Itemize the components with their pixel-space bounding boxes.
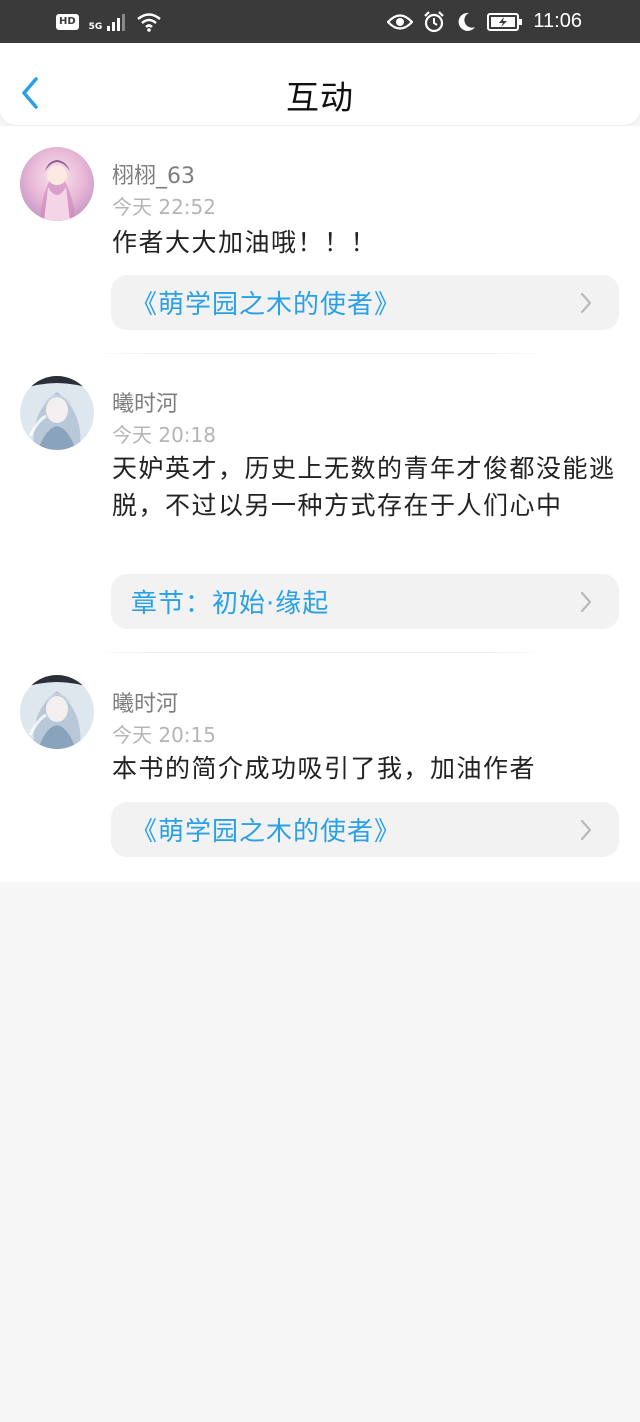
- book-link-card[interactable]: 《萌学园之木的使者》: [111, 802, 619, 857]
- chapter-link-text: 章节：初始·缘起: [131, 589, 330, 619]
- book-link-card[interactable]: 《萌学园之木的使者》: [111, 275, 619, 330]
- wifi-icon: [136, 12, 162, 32]
- alarm-icon: [423, 10, 445, 33]
- comment-time: 今天 22:52: [112, 195, 216, 219]
- chapter-link-card[interactable]: 章节：初始·缘起: [111, 574, 619, 629]
- hd-badge: HD: [56, 13, 79, 30]
- book-link-text: 《萌学园之木的使者》: [131, 290, 402, 320]
- avatar[interactable]: [20, 147, 94, 221]
- chevron-right-icon: [580, 591, 592, 612]
- network-type: 5G: [88, 21, 103, 32]
- header-bar: 互动: [0, 43, 640, 125]
- comment-text: 天妒英才，历史上无数的青年才俊都没能逃脱，不过以另一种方式存在于人们心中: [112, 454, 616, 520]
- book-link-text: 《萌学园之木的使者》: [131, 817, 402, 847]
- comment-time: 今天 20:18: [112, 423, 216, 447]
- comment-time: 今天 20:15: [112, 723, 216, 747]
- comment-item: 栩栩_63 今天 22:52 作者大大加油哦！！！ 《萌学园之木的使者》: [0, 126, 640, 354]
- moon-icon: [455, 11, 477, 33]
- status-left: HD 5G: [56, 12, 162, 32]
- comment-item: 曦时河 今天 20:18 天妒英才，历史上无数的青年才俊都没能逃脱，不过以另一种…: [0, 354, 640, 653]
- status-right: 11:06: [387, 10, 582, 33]
- user-name[interactable]: 曦时河: [112, 386, 178, 418]
- chevron-right-icon: [580, 819, 592, 840]
- user-name[interactable]: 曦时河: [112, 686, 178, 718]
- signal-icon: [106, 13, 126, 31]
- empty-background: [0, 882, 640, 1422]
- chevron-right-icon: [580, 292, 592, 313]
- comment-text: 本书的简介成功吸引了我，加油作者: [112, 754, 537, 783]
- eye-icon: [387, 13, 414, 31]
- comment-item: 曦时河 今天 20:15 本书的简介成功吸引了我，加油作者 《萌学园之木的使者》: [0, 653, 640, 882]
- battery-icon: [487, 12, 523, 32]
- page-title: 互动: [286, 78, 354, 117]
- avatar[interactable]: [20, 675, 94, 749]
- avatar[interactable]: [20, 376, 94, 450]
- status-bar: HD 5G 11:06: [0, 0, 640, 43]
- comment-list: 栩栩_63 今天 22:52 作者大大加油哦！！！ 《萌学园之木的使者》 曦时河…: [0, 126, 640, 882]
- comment-text: 作者大大加油哦！！！: [112, 228, 378, 257]
- status-time: 11:06: [533, 10, 582, 32]
- user-name[interactable]: 栩栩_63: [112, 158, 195, 190]
